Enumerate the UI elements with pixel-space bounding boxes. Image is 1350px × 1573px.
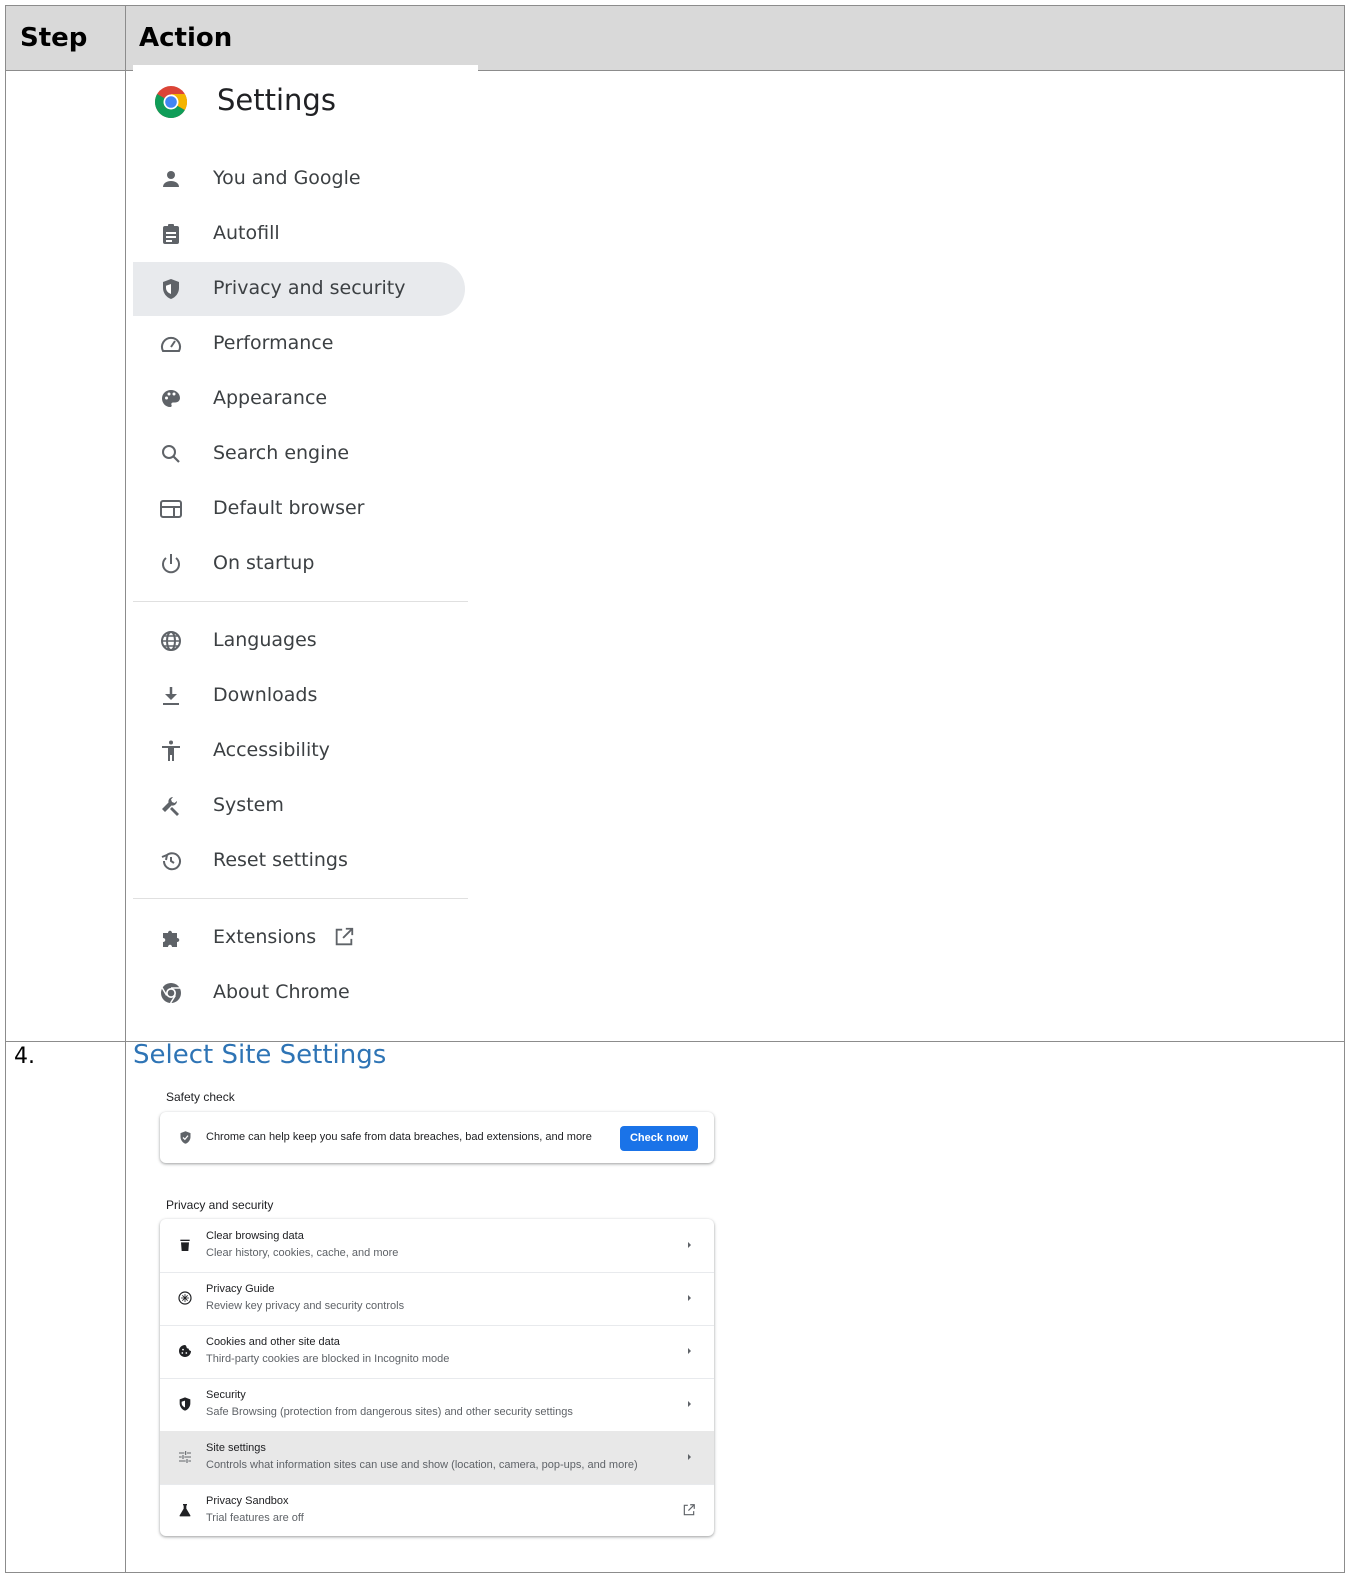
row-clear-browsing-data[interactable]: Clear browsing data Clear history, cooki… (160, 1219, 714, 1273)
settings-sidebar-screenshot: Settings You and Google Autofill Privacy… (133, 65, 478, 1035)
sidebar-divider (133, 601, 468, 602)
row-subtitle: Trial features are off (206, 1512, 304, 1524)
sidebar-item-default-browser[interactable]: Default browser (133, 482, 465, 536)
row-privacy-sandbox[interactable]: Privacy Sandbox Trial features are off (160, 1484, 714, 1536)
row-security[interactable]: Security Safe Browsing (protection from … (160, 1378, 714, 1432)
chevron-right-icon (688, 1454, 691, 1460)
sidebar-item-label: Reset settings (213, 849, 348, 871)
row-subtitle: Safe Browsing (protection from dangerous… (206, 1406, 573, 1418)
search-icon (162, 445, 180, 463)
sidebar-item-on-startup[interactable]: On startup (133, 537, 465, 591)
safety-check-card: Chrome can help keep you safe from data … (160, 1112, 714, 1163)
sidebar-item-label: Extensions (213, 926, 317, 948)
cookie-icon (179, 1345, 191, 1357)
privacy-section-label: Privacy and security (166, 1198, 274, 1212)
speedometer-icon (161, 336, 181, 352)
puzzle-icon (163, 930, 180, 947)
row-title: Privacy Guide (206, 1283, 275, 1295)
globe-icon (161, 631, 181, 651)
privacy-settings-card: Clear browsing data Clear history, cooki… (160, 1219, 714, 1536)
chrome-logo-icon (155, 86, 187, 118)
download-icon (163, 687, 179, 705)
sidebar-item-you-and-google[interactable]: You and Google (133, 152, 465, 206)
row-privacy-guide[interactable]: Privacy Guide Review key privacy and sec… (160, 1272, 714, 1326)
history-icon (161, 852, 181, 871)
row-site-settings[interactable]: Site settings Controls what information … (160, 1431, 714, 1485)
sidebar-item-appearance[interactable]: Appearance (133, 372, 465, 426)
row-cookies[interactable]: Cookies and other site data Third-party … (160, 1325, 714, 1379)
sidebar-item-label: Downloads (213, 684, 318, 706)
sidebar-item-label: Default browser (213, 497, 365, 519)
clipboard-icon (163, 224, 179, 244)
check-now-button[interactable]: Check now (620, 1126, 698, 1151)
sidebar-item-reset-settings[interactable]: Reset settings (133, 834, 465, 888)
sidebar-item-label: You and Google (213, 167, 361, 189)
chevron-right-icon (688, 1242, 691, 1248)
sidebar-item-label: Languages (213, 629, 317, 651)
sidebar-item-label: Search engine (213, 442, 350, 464)
step-number: 4. (14, 1044, 35, 1069)
power-icon (162, 554, 180, 574)
column-divider (125, 6, 126, 1572)
sidebar-item-label: System (213, 794, 284, 816)
sidebar-item-label: Privacy and security (213, 277, 406, 299)
browser-window-icon (160, 500, 182, 518)
sidebar-item-autofill[interactable]: Autofill (133, 207, 465, 261)
sidebar-item-privacy-and-security[interactable]: Privacy and security (133, 262, 465, 316)
chevron-right-icon (688, 1348, 691, 1354)
row-subtitle: Controls what information sites can use … (206, 1459, 638, 1471)
sidebar-item-performance[interactable]: Performance (133, 317, 465, 371)
shield-check-icon (180, 1131, 191, 1144)
safety-check-text: Chrome can help keep you safe from data … (206, 1131, 592, 1143)
wrench-icon (162, 797, 179, 816)
chevron-right-icon (688, 1295, 691, 1301)
palette-icon (162, 390, 180, 407)
sidebar-item-label: Performance (213, 332, 334, 354)
sliders-icon (179, 1451, 191, 1463)
header-step: Step (20, 23, 88, 53)
step-heading: Select Site Settings (133, 1040, 387, 1070)
row-title: Clear browsing data (206, 1230, 304, 1242)
external-link-icon (683, 1504, 695, 1516)
row-subtitle: Third-party cookies are blocked in Incog… (206, 1353, 450, 1365)
row-title: Cookies and other site data (206, 1336, 340, 1348)
sidebar-item-accessibility[interactable]: Accessibility (133, 724, 465, 778)
header-action: Action (139, 23, 233, 53)
chrome-icon (161, 983, 181, 1004)
sidebar-item-label: Appearance (213, 387, 328, 409)
sidebar-divider (133, 898, 468, 899)
flask-icon (179, 1504, 191, 1517)
sidebar-item-search-engine[interactable]: Search engine (133, 427, 465, 481)
accessibility-icon (162, 740, 180, 761)
safety-check-label: Safety check (166, 1090, 235, 1104)
table-header-row: Step Action (6, 6, 1344, 71)
sidebar-item-about-chrome[interactable]: About Chrome (133, 966, 465, 1020)
row-subtitle: Clear history, cookies, cache, and more (206, 1247, 399, 1259)
sidebar-item-label: Autofill (213, 222, 280, 244)
sidebar-item-extensions[interactable]: Extensions (133, 911, 465, 965)
privacy-guide-icon (178, 1291, 192, 1305)
settings-title: Settings (217, 83, 336, 117)
chevron-right-icon (688, 1401, 691, 1407)
row-title: Site settings (206, 1442, 266, 1454)
sidebar-item-downloads[interactable]: Downloads (133, 669, 465, 723)
sidebar-item-languages[interactable]: Languages (133, 614, 465, 668)
external-link-icon (335, 927, 354, 946)
row-subtitle: Review key privacy and security controls (206, 1300, 405, 1312)
sidebar-item-label: Accessibility (213, 739, 330, 761)
row-title: Security (206, 1389, 246, 1401)
person-icon (163, 171, 179, 187)
row-title: Privacy Sandbox (206, 1495, 289, 1507)
trash-icon (180, 1239, 190, 1251)
shield-icon (179, 1397, 191, 1411)
sidebar-item-label: About Chrome (213, 981, 350, 1003)
sidebar-item-label: On startup (213, 552, 315, 574)
sidebar-item-system[interactable]: System (133, 779, 465, 833)
shield-icon (163, 279, 179, 299)
